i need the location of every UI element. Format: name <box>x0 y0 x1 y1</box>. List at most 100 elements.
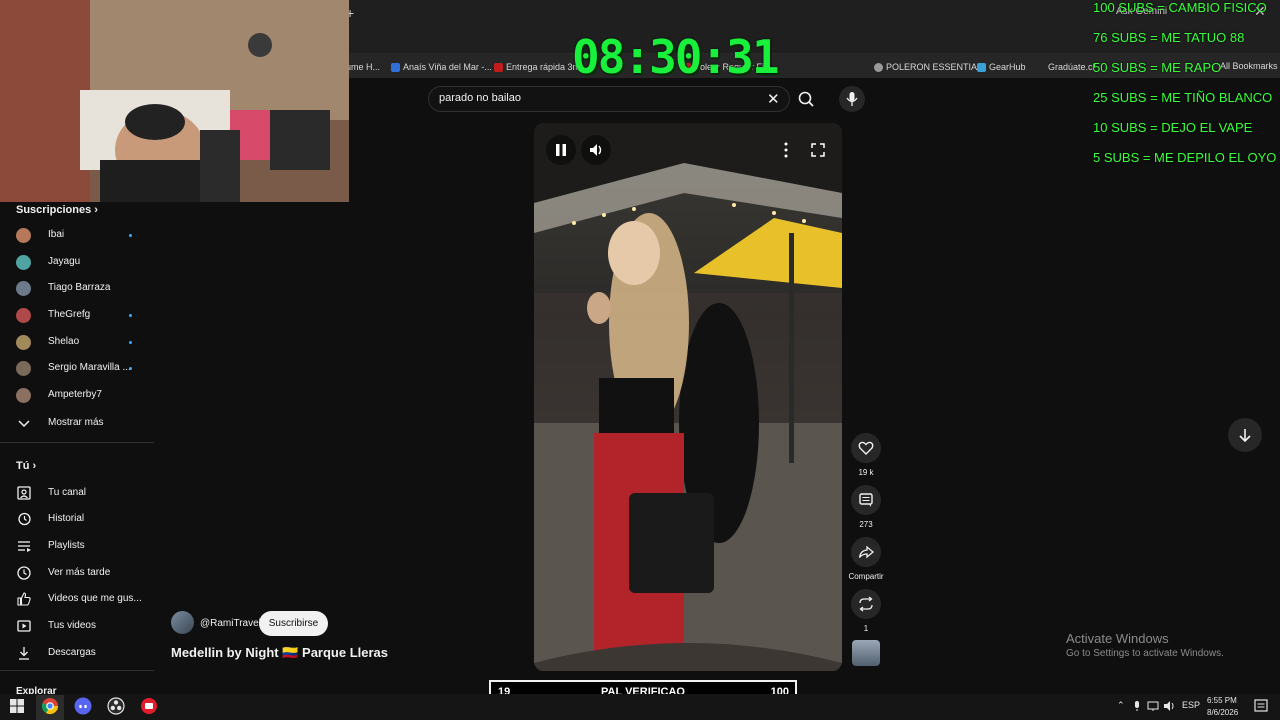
sidebar-item-ver-mas-tarde[interactable]: Ver más tarde <box>16 562 156 582</box>
chevron-right-icon: › <box>32 460 37 472</box>
pause-icon <box>556 144 566 156</box>
comment-count: 273 <box>859 520 873 529</box>
history-icon <box>18 512 31 526</box>
volume-button[interactable] <box>581 135 611 165</box>
sub-goal: 10 SUBS = DEJO EL VAPE <box>1093 120 1253 135</box>
bookmark-item[interactable]: Anaís Viña del Mar -... <box>391 60 492 74</box>
discord-icon[interactable] <box>74 697 92 715</box>
taskbar-date[interactable]: 8/6/2026 <box>1207 708 1238 717</box>
windows-start-icon[interactable] <box>8 697 26 715</box>
stream-timer: 08:30:31 <box>572 30 780 84</box>
sidebar-item-sergio-maravilla[interactable]: Sergio Maravilla ... <box>16 358 138 378</box>
you-heading[interactable]: Tú › <box>16 460 36 472</box>
language-indicator[interactable]: ESP <box>1182 700 1200 710</box>
sidebar-item-label: Historial <box>48 513 85 524</box>
avatar <box>16 335 31 350</box>
app-red-icon[interactable] <box>140 697 158 715</box>
bookmark-favicon <box>874 62 883 72</box>
bookmark-item[interactable]: Entrega rápida 3mi <box>494 60 582 74</box>
subscription-name: Shelao <box>48 336 80 347</box>
like-button[interactable] <box>851 433 881 463</box>
search-input[interactable]: parado no bailao <box>439 92 521 104</box>
channel-icon <box>17 486 31 500</box>
fullscreen-icon[interactable] <box>809 141 827 159</box>
avatar <box>16 308 31 323</box>
remix-icon <box>859 596 873 612</box>
bookmark-item[interactable]: GearHub <box>977 60 1026 74</box>
sidebar-item-tu-canal[interactable]: Tu canal <box>16 482 156 502</box>
clear-search-icon[interactable]: ✕ <box>767 90 780 108</box>
sidebar-item-label: Tu canal <box>48 487 86 498</box>
sidebar-item-tus-videos[interactable]: Tus videos <box>16 615 156 635</box>
sound-thumbnail[interactable] <box>852 640 880 666</box>
microphone-icon <box>846 92 858 106</box>
sidebar-item-label: Tus videos <box>48 620 96 631</box>
all-bookmarks-button[interactable]: All Bookmarks <box>1220 61 1278 71</box>
sidebar-item-ampeterby7[interactable]: Ampeterby7 <box>16 385 138 405</box>
sidebar-item-thegrefg[interactable]: TheGrefg <box>16 305 138 325</box>
search-button[interactable] <box>790 86 824 112</box>
show-more-button[interactable]: Mostrar más <box>16 412 156 432</box>
new-content-dot <box>129 341 132 344</box>
sidebar-item-shelao[interactable]: Shelao <box>16 332 138 352</box>
desktop: + Ask Gemini ✕ ume H... Anaís Viña del M… <box>0 0 1280 720</box>
sidebar-item-playlists[interactable]: Playlists <box>16 535 156 555</box>
webcam-overlay <box>0 0 349 202</box>
webcam-feed <box>0 0 349 202</box>
watch-later-icon <box>17 566 31 580</box>
network-icon[interactable] <box>1147 700 1159 712</box>
next-short-button[interactable] <box>1228 418 1262 452</box>
microphone-tray-icon[interactable] <box>1132 700 1142 712</box>
bookmark-label: Anaís Viña del Mar -... <box>403 62 492 72</box>
bookmark-item[interactable]: Gradúate.cl <box>1048 60 1095 74</box>
more-options-icon[interactable] <box>780 141 792 159</box>
tray-chevron-up-icon[interactable]: ⌃ <box>1117 700 1125 711</box>
bookmark-item[interactable]: ume H... <box>346 60 380 74</box>
sidebar-item-label: Videos que me gus... <box>48 593 142 604</box>
notifications-icon[interactable] <box>1252 697 1270 715</box>
sidebar-item-descargas[interactable]: Descargas <box>16 642 156 662</box>
subscriptions-heading[interactable]: Suscripciones › <box>16 204 98 216</box>
voice-search-button[interactable] <box>839 86 865 112</box>
remix-button[interactable] <box>851 589 881 619</box>
sidebar-divider <box>0 670 154 671</box>
avatar <box>16 361 31 376</box>
subscribe-button[interactable]: Suscribirse <box>259 611 328 636</box>
pause-button[interactable] <box>546 135 576 165</box>
sub-goal: 25 SUBS = ME TIÑO BLANCO <box>1093 90 1273 105</box>
sub-goal: 5 SUBS = ME DEPILO EL OYO <box>1093 150 1277 165</box>
like-count: 19 k <box>858 468 874 477</box>
comments-button[interactable] <box>851 485 881 515</box>
subscriptions-heading-label: Suscripciones <box>16 204 92 216</box>
sidebar-divider <box>0 442 154 443</box>
avatar <box>16 228 31 243</box>
explore-heading[interactable]: Explorar <box>16 686 57 694</box>
chevron-down-icon <box>18 420 30 428</box>
channel-handle[interactable]: @RamiTravel <box>200 618 261 629</box>
chrome-icon[interactable] <box>41 697 59 715</box>
share-button[interactable] <box>851 537 881 567</box>
comment-icon <box>859 493 873 507</box>
taskbar-time[interactable]: 6:55 PM <box>1207 696 1237 705</box>
sidebar-item-jayagu[interactable]: Jayagu <box>16 252 138 272</box>
sidebar-item-historial[interactable]: Historial <box>16 508 156 528</box>
avatar[interactable] <box>171 611 194 634</box>
short-video-player[interactable] <box>534 123 842 671</box>
sub-goal: 76 SUBS = ME TATUO 88 <box>1093 30 1245 45</box>
downloads-icon <box>19 647 29 660</box>
speaker-icon[interactable] <box>1163 700 1175 712</box>
playlists-icon <box>18 541 31 552</box>
video-frame <box>534 123 842 671</box>
sub-goal: 100 SUBS = CAMBIO FISICO <box>1093 0 1267 15</box>
bookmark-item[interactable]: POLERON ESSENTIA... <box>874 60 985 74</box>
share-label: Compartir <box>848 572 884 581</box>
heart-icon <box>858 441 874 455</box>
bookmark-label: GearHub <box>989 62 1026 72</box>
sidebar-item-liked-videos[interactable]: Videos que me gus... <box>16 588 156 608</box>
sidebar-item-label: Descargas <box>48 647 96 658</box>
sidebar-item-ibai[interactable]: Ibai <box>16 225 138 245</box>
sidebar-item-tiago-barraza[interactable]: Tiago Barraza <box>16 278 138 298</box>
bookmark-favicon <box>391 62 400 72</box>
show-more-label: Mostrar más <box>48 417 104 428</box>
obs-icon[interactable] <box>107 697 125 715</box>
